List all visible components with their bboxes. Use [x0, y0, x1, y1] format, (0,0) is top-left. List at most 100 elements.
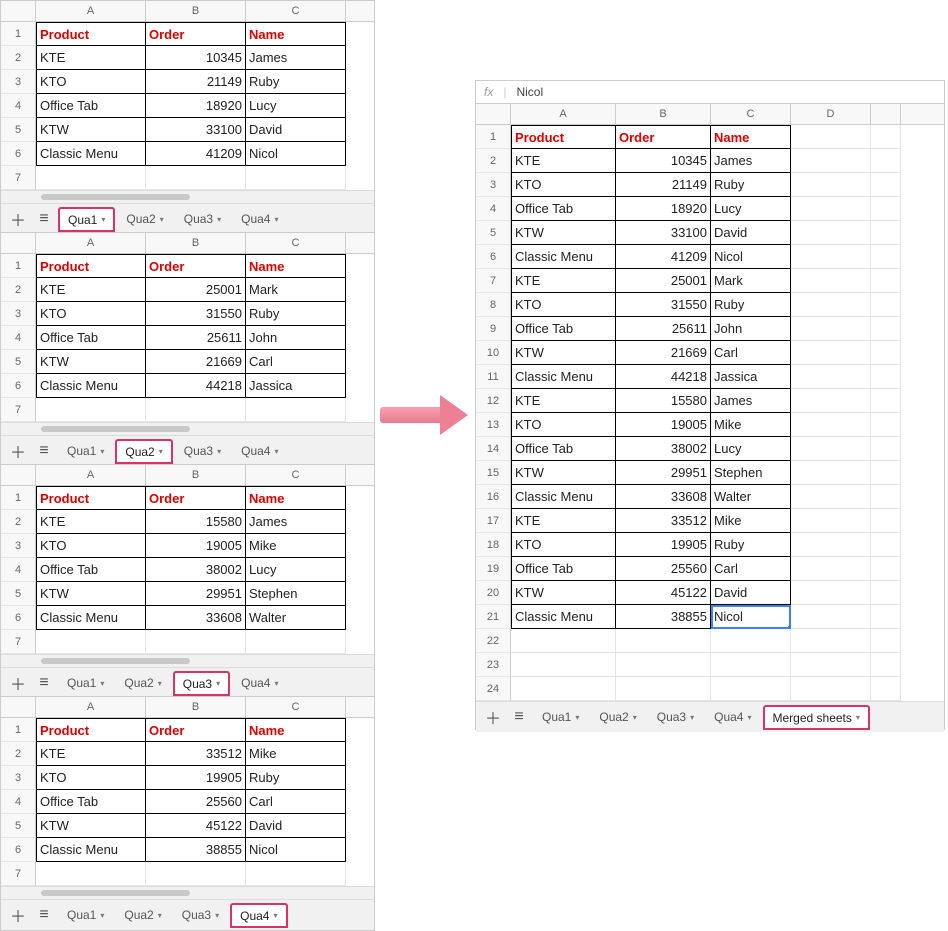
cell-order[interactable]: 33608 [616, 485, 711, 509]
add-sheet-button[interactable]: ＋ [7, 904, 29, 926]
empty-cell[interactable] [871, 605, 901, 629]
empty-cell[interactable] [871, 677, 901, 701]
empty-cell[interactable] [791, 245, 871, 269]
cell-order[interactable]: 33100 [616, 221, 711, 245]
empty-cell[interactable] [871, 293, 901, 317]
cell-product[interactable]: Office Tab [511, 197, 616, 221]
cell-product[interactable]: KTE [511, 509, 616, 533]
empty-cell[interactable] [871, 365, 901, 389]
col-D[interactable]: D [791, 104, 871, 124]
cell-name[interactable]: David [246, 118, 346, 142]
sheet-tab-qua3[interactable]: Qua3▾ [174, 672, 229, 695]
empty-cell[interactable] [616, 653, 711, 677]
empty-cell[interactable] [791, 317, 871, 341]
empty-cell[interactable] [791, 485, 871, 509]
cell-order[interactable]: 31550 [146, 302, 246, 326]
cell-order[interactable]: 25611 [616, 317, 711, 341]
cell-product[interactable]: Office Tab [511, 557, 616, 581]
all-sheets-button[interactable]: ≡ [33, 440, 55, 462]
row-number[interactable]: 5 [1, 814, 36, 838]
cell-order[interactable]: 41209 [616, 245, 711, 269]
col-B[interactable]: B [146, 233, 246, 253]
row-number[interactable]: 7 [1, 630, 36, 654]
empty-cell[interactable] [871, 413, 901, 437]
sheet-tab-qua2[interactable]: Qua2▾ [591, 706, 644, 728]
row-number[interactable]: 2 [1, 742, 36, 766]
col-A[interactable]: A [36, 465, 146, 485]
empty-cell[interactable] [511, 677, 616, 701]
row-number[interactable]: 8 [476, 293, 511, 317]
empty-cell[interactable] [791, 413, 871, 437]
empty-cell[interactable] [791, 581, 871, 605]
cell-order[interactable]: 25560 [616, 557, 711, 581]
header-name[interactable]: Name [246, 22, 346, 46]
header-order[interactable]: Order [146, 718, 246, 742]
empty-cell[interactable] [871, 221, 901, 245]
row-number[interactable]: 7 [1, 398, 36, 422]
cell-product[interactable]: Classic Menu [511, 365, 616, 389]
all-sheets-button[interactable]: ≡ [33, 208, 55, 230]
cell-product[interactable]: KTW [36, 582, 146, 606]
row-number[interactable]: 12 [476, 389, 511, 413]
empty-cell[interactable] [246, 630, 346, 654]
cell-order[interactable]: 19905 [146, 766, 246, 790]
cell-product[interactable]: KTO [36, 766, 146, 790]
cell-order[interactable]: 44218 [146, 374, 246, 398]
sheet-tab-qua2[interactable]: Qua2▾ [118, 208, 171, 230]
row-number[interactable]: 6 [1, 142, 36, 166]
cell-product[interactable]: KTW [36, 350, 146, 374]
sheet-tab-qua2[interactable]: Qua2▾ [116, 904, 169, 926]
cell-product[interactable]: KTO [36, 302, 146, 326]
col-C[interactable]: C [246, 465, 346, 485]
cell-name[interactable]: John [711, 317, 791, 341]
cell-name[interactable]: Lucy [711, 437, 791, 461]
col-B[interactable]: B [616, 104, 711, 124]
row-number[interactable]: 5 [1, 582, 36, 606]
cell-order[interactable]: 10345 [146, 46, 246, 70]
sheet-tab-qua2[interactable]: Qua2▾ [116, 440, 171, 463]
cell-order[interactable]: 21149 [146, 70, 246, 94]
all-sheets-button[interactable]: ≡ [33, 904, 55, 926]
cell-order[interactable]: 38002 [616, 437, 711, 461]
sheet-tab-qua4[interactable]: Qua4▾ [706, 706, 759, 728]
row-number[interactable]: 6 [476, 245, 511, 269]
select-all-corner[interactable] [1, 1, 36, 21]
cell-order[interactable]: 38855 [616, 605, 711, 629]
cell-name[interactable]: Nicol [711, 245, 791, 269]
empty-cell[interactable] [791, 197, 871, 221]
cell-product[interactable]: Classic Menu [36, 142, 146, 166]
cell-order[interactable]: 21669 [616, 341, 711, 365]
cell-order[interactable]: 38002 [146, 558, 246, 582]
col-C[interactable]: C [246, 697, 346, 717]
cell-product[interactable]: KTW [511, 341, 616, 365]
cell-name[interactable]: Walter [246, 606, 346, 630]
add-sheet-button[interactable]: ＋ [7, 440, 29, 462]
empty-cell[interactable] [511, 629, 616, 653]
header-product[interactable]: Product [36, 486, 146, 510]
empty-cell[interactable] [871, 317, 901, 341]
cell-order[interactable]: 15580 [146, 510, 246, 534]
cell-name[interactable]: Stephen [246, 582, 346, 606]
col-C[interactable]: C [711, 104, 791, 124]
header-name[interactable]: Name [246, 254, 346, 278]
empty-cell[interactable] [246, 166, 346, 190]
cell-product[interactable]: KTO [36, 534, 146, 558]
empty-cell[interactable] [871, 533, 901, 557]
empty-cell[interactable] [791, 389, 871, 413]
add-sheet-button[interactable]: ＋ [482, 706, 504, 728]
cell-name[interactable]: Jassica [246, 374, 346, 398]
cell-product[interactable]: Office Tab [511, 437, 616, 461]
row-number[interactable]: 4 [1, 94, 36, 118]
cell-name[interactable]: James [246, 510, 346, 534]
cell-product[interactable]: Classic Menu [36, 374, 146, 398]
cell-name[interactable]: Carl [246, 350, 346, 374]
row-number[interactable]: 4 [1, 558, 36, 582]
cell-order[interactable]: 29951 [146, 582, 246, 606]
cell-product[interactable]: Office Tab [36, 558, 146, 582]
cell-order[interactable]: 15580 [616, 389, 711, 413]
cell-name[interactable]: Mike [246, 742, 346, 766]
sheet-tab-qua1[interactable]: Qua1▾ [534, 706, 587, 728]
cell-order[interactable]: 45122 [616, 581, 711, 605]
empty-cell[interactable] [616, 629, 711, 653]
empty-cell[interactable] [871, 653, 901, 677]
